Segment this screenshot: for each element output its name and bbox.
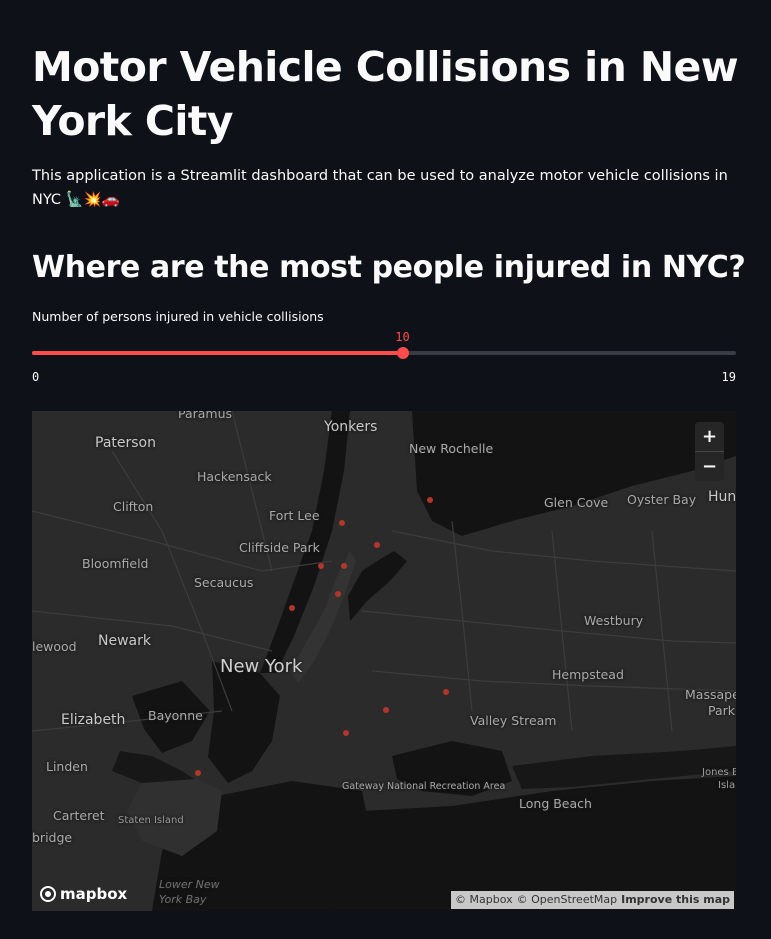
collision-point[interactable] [427, 497, 433, 503]
map-label-valley-stream: Valley Stream [470, 713, 557, 728]
map-label-yonkers: Yonkers [324, 419, 378, 435]
slider-current-value: 10 [395, 330, 410, 344]
map-label-bayonne: Bayonne [148, 708, 203, 723]
page-description: This application is a Streamlit dashboar… [32, 168, 728, 208]
mapbox-logo[interactable]: mapbox [40, 885, 127, 903]
map-label-new-rochelle: New Rochelle [409, 441, 494, 456]
map-label-cliffside-park: Cliffside Park [239, 540, 320, 555]
slider-fill [32, 351, 403, 355]
improve-map-link[interactable]: Improve this map [621, 891, 730, 909]
map-label-hun: Hun [708, 489, 736, 505]
collision-point[interactable] [374, 542, 380, 548]
map-label-massape: Massape [685, 687, 736, 702]
slider-label: Number of persons injured in vehicle col… [32, 309, 324, 324]
map-label-fort-lee: Fort Lee [269, 508, 320, 523]
slider-max-value: 19 [721, 370, 736, 384]
map-label-clifton: Clifton [113, 499, 154, 514]
map-label-bloomfield: Bloomfield [82, 556, 149, 571]
map-label-new-york: New York [220, 656, 303, 677]
collision-point[interactable] [343, 730, 349, 736]
zoom-out-button[interactable]: − [695, 452, 724, 481]
map-label-glen-cove: Glen Cove [544, 495, 609, 510]
injured-persons-slider[interactable]: 10 0 19 [32, 328, 736, 388]
collision-point[interactable] [289, 605, 295, 611]
page-title: Motor Vehicle Collisions in New York Cit… [32, 43, 739, 145]
collision-point[interactable] [318, 563, 324, 569]
slider-thumb[interactable] [396, 347, 409, 359]
collision-point[interactable] [335, 591, 341, 597]
map-label-gateway: Gateway National Recreation Area [342, 781, 506, 792]
map-label-carteret: Carteret [53, 808, 105, 823]
map-label-hackensack: Hackensack [197, 469, 272, 484]
map-label-bridge: bridge [32, 830, 73, 845]
section-title: Where are the most people injured in NYC… [32, 250, 746, 285]
mapbox-logo-text: mapbox [60, 885, 128, 903]
map-label-long-beach: Long Beach [519, 796, 592, 811]
zoom-in-button[interactable]: + [695, 422, 724, 451]
collision-point[interactable] [383, 707, 389, 713]
streamlit-page: Motor Vehicle Collisions in New York Cit… [0, 0, 771, 939]
map-label-lewood: lewood [32, 639, 77, 654]
map-label-park: Park [708, 703, 736, 718]
map-label-oyster-bay: Oyster Bay [627, 492, 697, 507]
map-label-westbury: Westbury [584, 613, 644, 628]
map-label-jones-b: Jones B [702, 767, 736, 778]
slider-min-value: 0 [32, 370, 40, 384]
collision-point[interactable] [341, 563, 347, 569]
collision-point[interactable] [339, 520, 345, 526]
map-label-staten-island: Staten Island [118, 815, 184, 826]
map-label-elizabeth: Elizabeth [61, 712, 126, 728]
map-label-secaucus: Secaucus [194, 575, 254, 590]
map-label-newark: Newark [98, 633, 151, 649]
map-attribution: © Mapbox © OpenStreetMap Improve this ma… [451, 891, 734, 909]
mapbox-logo-icon [40, 886, 56, 902]
collision-map[interactable]: Paramus Yonkers Paterson New Rochelle Ha… [32, 411, 736, 911]
map-label-isla: Isla [718, 780, 736, 791]
map-terrain [32, 411, 736, 911]
map-label-paterson: Paterson [95, 435, 156, 451]
collision-point[interactable] [195, 770, 201, 776]
map-label-hempstead: Hempstead [552, 667, 624, 682]
attribution-osm-link[interactable]: © OpenStreetMap [517, 891, 618, 909]
map-label-paramus: Paramus [178, 411, 233, 421]
map-label-linden: Linden [46, 759, 88, 774]
map-zoom-control: + − [695, 422, 724, 481]
attribution-mapbox-link[interactable]: © Mapbox [455, 891, 513, 909]
map-label-lower-ny-bay: Lower New York Bay [159, 878, 220, 906]
collision-point[interactable] [443, 689, 449, 695]
